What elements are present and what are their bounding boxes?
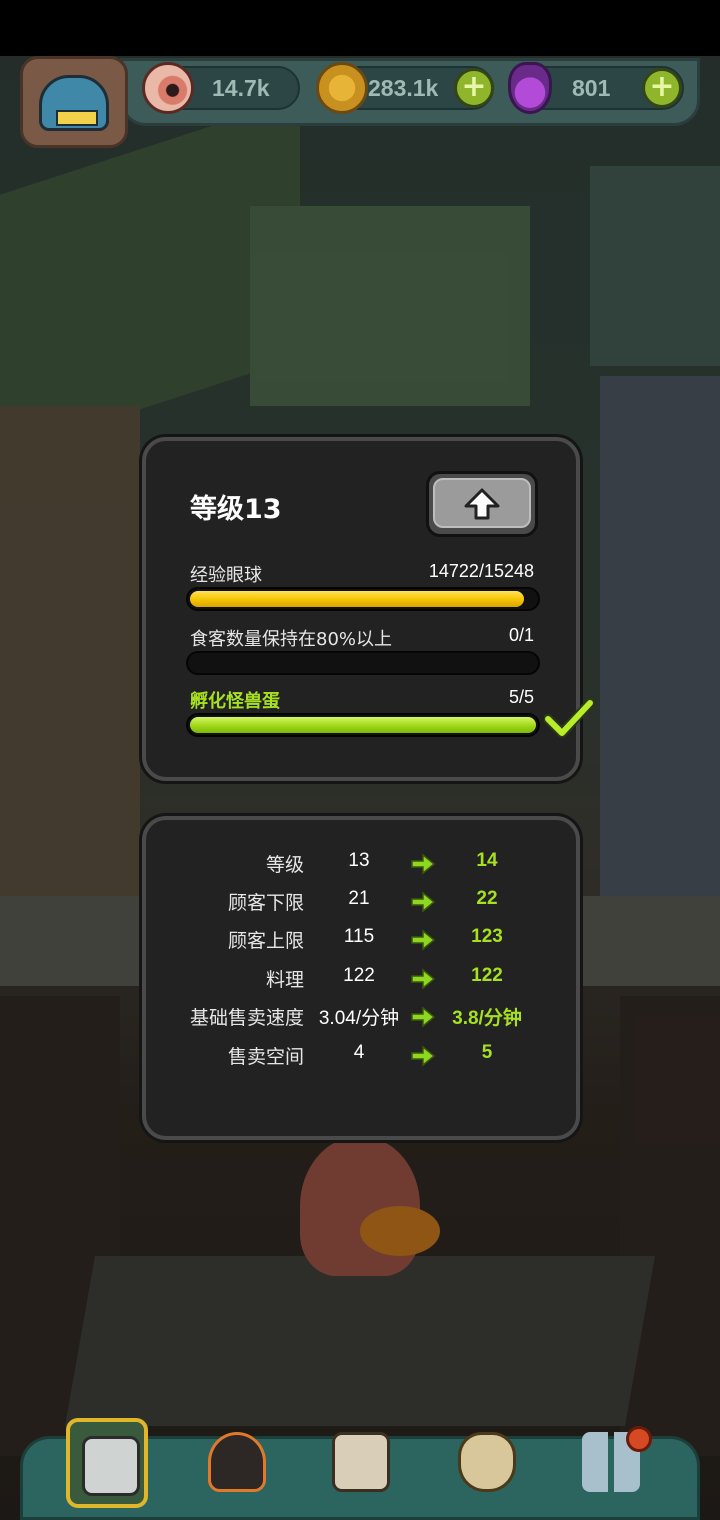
stat-label: 料理 (265, 969, 304, 991)
nav-monster-button[interactable] (196, 1418, 278, 1508)
stat-row: 基础售卖速度 3.04/分钟 3.8/分钟 (146, 1003, 576, 1033)
coin-bag-icon (458, 1432, 516, 1492)
checkmark-icon (544, 698, 594, 738)
arrow-right-icon (411, 929, 436, 951)
stat-current: 21 (348, 888, 370, 909)
task-progress-exp: 14722/15248 (428, 561, 534, 581)
stat-row: 顾客上限 115 123 (146, 926, 576, 956)
stat-next: 14 (476, 850, 498, 871)
task-label-exp: 经验眼球 (190, 565, 262, 586)
nav-restaurant-button[interactable] (66, 1418, 148, 1508)
stat-label: 顾客上限 (227, 930, 304, 952)
stat-label: 售卖空间 (227, 1046, 304, 1068)
status-bar (0, 0, 720, 56)
upgrade-button[interactable] (426, 471, 538, 537)
level-title: 等级13 (190, 494, 282, 525)
level-requirements-panel: 等级13 经验眼球 14722/15248 食客数量保持在80%以上 0/1 孵… (142, 437, 594, 781)
book-icon (332, 1432, 390, 1492)
level-stats-panel: 等级 13 14 顾客下限 21 22 顾客上限 115 123 料理 122 … (142, 816, 580, 1140)
stat-label: 顾客下限 (227, 892, 304, 914)
arrow-right-icon (411, 891, 436, 913)
stat-current: 13 (348, 850, 370, 871)
stat-row: 等级 13 14 (146, 850, 576, 880)
stat-next: 22 (476, 888, 498, 909)
hatch-progress-bar (186, 713, 540, 737)
diners-progress-bar (186, 651, 540, 675)
arrow-right-icon (411, 853, 436, 875)
nav-shop-button[interactable] (446, 1418, 528, 1508)
hatch-progress-fill (190, 717, 536, 733)
stat-label: 等级 (265, 854, 304, 876)
task-progress-hatch: 5/5 (508, 687, 534, 707)
potion-icon (508, 62, 552, 114)
arrow-right-icon (411, 968, 436, 990)
stat-next: 5 (481, 1042, 493, 1063)
stat-next: 3.8/分钟 (452, 1008, 522, 1029)
restaurant-icon (82, 1436, 140, 1496)
stat-row: 售卖空间 4 5 (146, 1042, 576, 1072)
stat-current: 4 (353, 1042, 365, 1063)
monster-icon (208, 1432, 266, 1492)
modal-overlay[interactable] (0, 56, 720, 1520)
task-progress-diners: 0/1 (508, 625, 534, 645)
potion-count: 801 (572, 75, 611, 101)
exp-progress-fill (190, 591, 525, 607)
notification-badge (626, 1426, 652, 1452)
exp-progress-bar (186, 587, 540, 611)
stat-next: 122 (471, 965, 503, 986)
monster-face-icon (39, 75, 109, 131)
stat-label: 基础售卖速度 (189, 1007, 304, 1029)
coin-icon (316, 62, 368, 114)
stat-current: 122 (343, 965, 375, 986)
up-arrow-icon (464, 488, 500, 520)
player-avatar[interactable] (20, 56, 128, 148)
stat-current: 115 (343, 926, 375, 947)
stat-current: 3.04/分钟 (318, 1008, 400, 1029)
eyeball-count: 14.7k (212, 75, 270, 101)
nav-book-button[interactable] (320, 1418, 402, 1508)
coin-count: 283.1k (368, 75, 439, 101)
eyeball-icon (142, 62, 194, 114)
stat-row: 顾客下限 21 22 (146, 888, 576, 918)
task-label-diners: 食客数量保持在80%以上 (190, 629, 393, 650)
arrow-right-icon (411, 1006, 436, 1028)
stat-row: 料理 122 122 (146, 965, 576, 995)
add-potions-button[interactable]: + (642, 68, 682, 108)
arrow-right-icon (411, 1045, 436, 1067)
add-coins-button[interactable]: + (454, 68, 494, 108)
task-label-hatch: 孵化怪兽蛋 (190, 691, 280, 712)
stat-next: 123 (471, 926, 503, 947)
